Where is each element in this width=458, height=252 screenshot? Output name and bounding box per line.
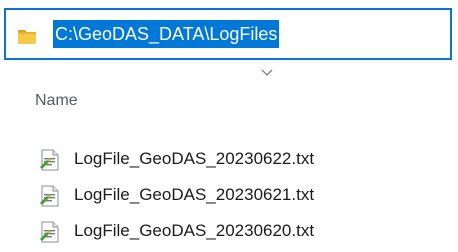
- file-name[interactable]: LogFile_GeoDAS_20230620.txt: [74, 220, 314, 242]
- file-name[interactable]: LogFile_GeoDAS_20230622.txt: [74, 148, 314, 170]
- folder-icon: [18, 30, 36, 44]
- file-name[interactable]: LogFile_GeoDAS_20230621.txt: [74, 184, 314, 206]
- text-file-icon: [40, 221, 59, 243]
- file-list: LogFile_GeoDAS_20230622.txt LogFile_GeoD…: [0, 142, 458, 250]
- address-bar[interactable]: C:\GeoDAS_DATA\LogFiles: [4, 8, 452, 60]
- chevron-down-icon[interactable]: [260, 68, 274, 78]
- address-path-text[interactable]: C:\GeoDAS_DATA\LogFiles: [53, 20, 280, 48]
- file-row[interactable]: LogFile_GeoDAS_20230620.txt: [0, 214, 458, 250]
- name-column-header[interactable]: Name: [35, 92, 78, 110]
- text-file-icon: [40, 185, 59, 207]
- text-file-icon: [40, 149, 59, 171]
- file-row[interactable]: LogFile_GeoDAS_20230622.txt: [0, 142, 458, 178]
- file-row[interactable]: LogFile_GeoDAS_20230621.txt: [0, 178, 458, 214]
- file-explorer-view: C:\GeoDAS_DATA\LogFiles Name LogFile_Geo…: [0, 0, 458, 252]
